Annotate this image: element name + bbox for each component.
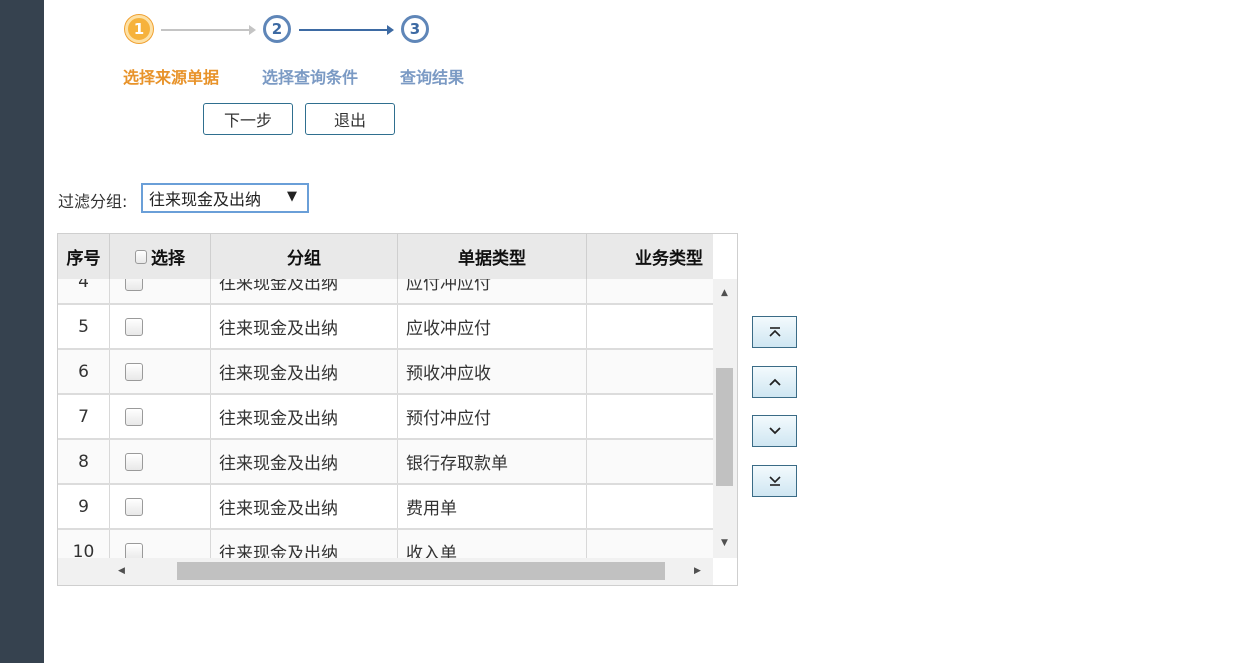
grid-body: 4 往来现金及出纳 应付冲应付 5 往来现金及出纳 应收冲应付 6 往来现金及出纳 预收冲应收 7… [58,279,713,558]
filter-group-label: 过滤分组: [58,192,128,211]
table-row[interactable]: 8 往来现金及出纳 银行存取款单 [58,440,713,485]
row-group: 往来现金及出纳 [211,395,398,438]
row-checkbox[interactable] [125,452,143,471]
move-to-bottom-button[interactable] [752,465,797,497]
row-number: 9 [58,485,110,528]
next-step-button[interactable]: 下一步 [203,103,293,135]
row-biz-type [587,440,713,483]
step-3-label: 查询结果 [400,68,465,87]
row-group: 往来现金及出纳 [211,440,398,483]
scroll-left-arrow-icon[interactable]: ◀ [118,566,125,576]
vertical-scroll-thumb[interactable] [716,368,733,486]
filter-group-value: 往来现金及出纳 [149,190,262,209]
row-doc-type: 银行存取款单 [398,440,587,483]
move-up-button[interactable] [752,366,797,398]
row-doc-type: 收入单 [398,530,587,558]
row-number: 4 [58,279,110,303]
scroll-right-arrow-icon[interactable]: ▶ [694,566,701,576]
row-group: 往来现金及出纳 [211,485,398,528]
step-2-circle: 2 [263,15,291,43]
row-select-cell [110,440,211,483]
scrollbar-corner [713,558,737,585]
row-biz-type [587,279,713,303]
column-header-doc-type[interactable]: 单据类型 [398,234,587,279]
select-all-checkbox[interactable] [135,249,147,264]
row-select-cell [110,395,211,438]
row-number: 10 [58,530,110,558]
step-1-label: 选择来源单据 [123,68,220,87]
table-row[interactable]: 7 往来现金及出纳 预付冲应付 [58,395,713,440]
row-group: 往来现金及出纳 [211,305,398,348]
scroll-down-arrow-icon[interactable]: ▼ [721,538,728,548]
horizontal-scroll-thumb[interactable] [177,562,665,580]
column-header-select-label: 选择 [151,249,185,269]
table-row[interactable]: 6 往来现金及出纳 预收冲应收 [58,350,713,395]
dropdown-caret-icon: ▼ [287,189,297,204]
left-sidebar [0,0,44,663]
row-select-cell [110,305,211,348]
chevron-up-icon [768,378,781,386]
row-number: 7 [58,395,110,438]
table-row[interactable]: 4 往来现金及出纳 应付冲应付 [58,279,713,305]
scroll-up-arrow-icon[interactable]: ▲ [721,288,728,298]
row-biz-type [587,350,713,393]
row-number: 8 [58,440,110,483]
horizontal-scrollbar[interactable]: ◀ ▶ [58,558,713,585]
data-grid: 序号 选择 分组 单据类型 业务类型 4 往来现金及出纳 应付冲应付 5 往来现金及出纳… [57,233,738,586]
row-checkbox[interactable] [125,407,143,426]
row-biz-type [587,485,713,528]
grid-header: 序号 选择 分组 单据类型 业务类型 [58,234,713,280]
row-doc-type: 费用单 [398,485,587,528]
table-row[interactable]: 9 往来现金及出纳 费用单 [58,485,713,530]
row-select-cell [110,279,211,303]
row-number: 5 [58,305,110,348]
row-biz-type [587,395,713,438]
filter-group-select[interactable]: 往来现金及出纳 ▼ [141,183,309,213]
step-3-circle: 3 [401,15,429,43]
move-down-button[interactable] [752,415,797,447]
row-number: 6 [58,350,110,393]
row-biz-type [587,305,713,348]
row-doc-type: 应付冲应付 [398,279,587,303]
row-checkbox[interactable] [125,497,143,516]
row-doc-type: 预收冲应收 [398,350,587,393]
move-top-icon [768,327,781,337]
column-header-group[interactable]: 分组 [211,234,398,279]
row-doc-type: 应收冲应付 [398,305,587,348]
table-row[interactable]: 10 往来现金及出纳 收入单 [58,530,713,558]
column-header-no[interactable]: 序号 [58,234,110,279]
row-checkbox[interactable] [125,317,143,336]
column-header-select[interactable]: 选择 [110,234,211,279]
row-doc-type: 预付冲应付 [398,395,587,438]
row-group: 往来现金及出纳 [211,350,398,393]
table-row[interactable]: 5 往来现金及出纳 应收冲应付 [58,305,713,350]
move-to-top-button[interactable] [752,316,797,348]
column-header-biz-type[interactable]: 业务类型 [587,234,713,279]
vertical-scrollbar[interactable]: ▲ ▼ [713,279,737,558]
step-1-circle: 1 [125,15,153,43]
chevron-down-icon [768,427,781,435]
row-checkbox[interactable] [125,542,143,558]
row-select-cell [110,485,211,528]
row-checkbox[interactable] [125,362,143,381]
step-connector-1 [161,25,256,35]
row-select-cell [110,350,211,393]
row-group: 往来现金及出纳 [211,279,398,303]
row-checkbox[interactable] [125,279,143,291]
step-connector-2 [299,25,394,35]
row-biz-type [587,530,713,558]
exit-button[interactable]: 退出 [305,103,395,135]
row-group: 往来现金及出纳 [211,530,398,558]
row-select-cell [110,530,211,558]
step-2-label: 选择查询条件 [262,68,359,87]
move-bottom-icon [768,476,781,486]
